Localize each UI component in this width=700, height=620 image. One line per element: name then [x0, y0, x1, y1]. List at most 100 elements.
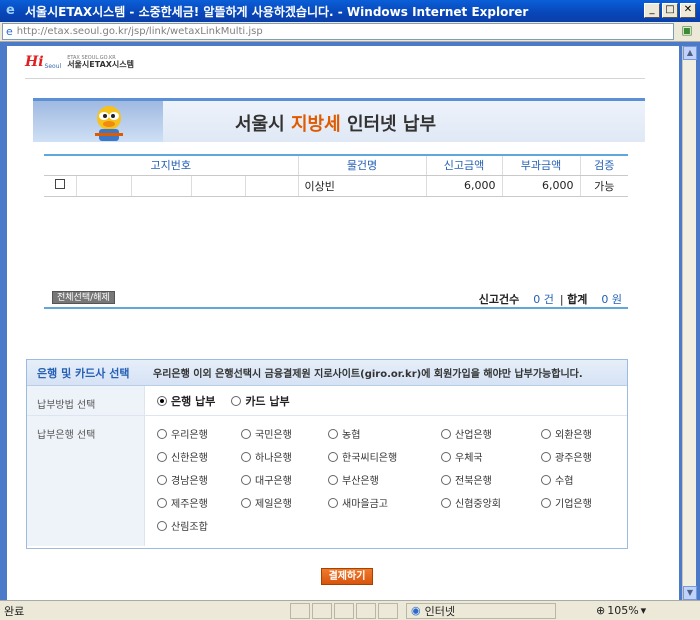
bank-option-label: 전북은행	[455, 476, 492, 487]
zoom-control[interactable]: ⊕ 105% ▾	[596, 604, 646, 617]
bank-choice-row: 납부은행 선택 우리은행 국민은행 농협 산업은행 외환은행 신한은행 하나은행 한국씨티은행…	[27, 416, 627, 546]
bank-option[interactable]: 산림조합	[157, 518, 208, 533]
select-all-button[interactable]: 전체선택/해제	[52, 291, 115, 304]
bank-radio[interactable]	[541, 428, 551, 439]
bank-option[interactable]: 광주은행	[541, 449, 592, 464]
bank-radio[interactable]	[241, 497, 251, 508]
bank-option[interactable]: 국민은행	[241, 426, 292, 441]
bank-option[interactable]: 부산은행	[328, 472, 379, 487]
bank-option[interactable]: 대구은행	[241, 472, 292, 487]
bank-option[interactable]: 경남은행	[157, 472, 208, 487]
logo-seoul: Seoul	[44, 62, 62, 70]
bank-selection-panel: 은행 및 카드사 선택 우리은행 이외 은행선택시 금융결제원 지로사이트(gi…	[26, 359, 628, 549]
bank-radio[interactable]	[328, 497, 338, 508]
bank-radio[interactable]	[541, 497, 551, 508]
status-cell	[356, 602, 376, 619]
method-bank-radio[interactable]	[157, 395, 167, 406]
bank-radio[interactable]	[241, 451, 251, 462]
bank-option-label: 대구은행	[255, 476, 292, 487]
page-title: 서울시 지방세 인터넷 납부	[235, 110, 436, 136]
scroll-up-arrow[interactable]: ▲	[683, 46, 697, 60]
bank-radio[interactable]	[441, 497, 451, 508]
status-text: 완료	[4, 604, 25, 618]
status-cell	[378, 602, 398, 619]
bank-radio[interactable]	[541, 451, 551, 462]
bank-radio[interactable]	[328, 428, 338, 439]
window-title: 서울시ETAX시스템 - 소중한세금! 알뜰하게 사용하겠습니다. - Wind…	[25, 4, 529, 19]
count-label: 신고건수	[478, 293, 520, 306]
bank-option-label: 신협중앙회	[455, 499, 501, 510]
status-cell	[290, 602, 310, 619]
bank-option[interactable]: 제주은행	[157, 495, 208, 510]
bank-option-label: 경남은행	[171, 476, 208, 487]
close-button[interactable]: ✕	[680, 3, 696, 18]
bank-option[interactable]: 신협중앙회	[441, 495, 501, 510]
page-icon: e	[6, 25, 13, 38]
title-highlight: 지방세	[290, 114, 341, 135]
header-divider	[25, 78, 645, 79]
vertical-scrollbar[interactable]: ▲ ▼	[682, 46, 697, 600]
bank-radio[interactable]	[328, 451, 338, 462]
logo-hi: Hi	[25, 54, 44, 70]
url-field[interactable]: e http://etax.seoul.go.kr/jsp/link/wetax…	[2, 23, 674, 40]
ie-icon: e	[6, 3, 15, 18]
bank-option[interactable]: 새마을금고	[328, 495, 388, 510]
bank-radio[interactable]	[441, 474, 451, 485]
notice-number-cell	[244, 175, 298, 197]
security-zone[interactable]: ◉ 인터넷	[406, 602, 556, 619]
bank-option[interactable]: 전북은행	[441, 472, 492, 487]
bank-radio[interactable]	[441, 428, 451, 439]
verification-cell: 가능	[579, 175, 628, 197]
bank-radio[interactable]	[157, 474, 167, 485]
payment-method-label: 납부방법 선택	[27, 386, 145, 415]
summary-separator: |	[559, 293, 564, 306]
bank-option[interactable]: 외환은행	[541, 426, 592, 441]
bank-panel-note: 우리은행 이외 은행선택시 금융결제원 지로사이트(giro.or.kr)에 회…	[153, 369, 583, 380]
notice-number-cell	[130, 175, 191, 197]
bank-radio[interactable]	[441, 451, 451, 462]
bank-option-label: 광주은행	[555, 453, 592, 464]
bank-option[interactable]: 제일은행	[241, 495, 292, 510]
bank-radio[interactable]	[157, 497, 167, 508]
bank-option[interactable]: 농협	[328, 426, 360, 441]
summary-bar: 전체선택/해제 신고건수 0 건 | 합계 0 원	[44, 289, 628, 309]
bank-option-label: 하나은행	[255, 453, 292, 464]
bank-radio[interactable]	[157, 451, 167, 462]
page-content: Hi Seoul ETAX SEOUL.GO.KR 서울시ETAX시스템 서울시…	[7, 46, 679, 600]
bank-radio[interactable]	[241, 474, 251, 485]
bank-option-label: 기업은행	[555, 499, 592, 510]
pay-button[interactable]: 결제하기	[321, 568, 373, 585]
site-logo: Hi Seoul ETAX SEOUL.GO.KR 서울시ETAX시스템	[25, 54, 134, 70]
bank-radio[interactable]	[157, 520, 167, 531]
bank-option[interactable]: 기업은행	[541, 495, 592, 510]
bank-radio[interactable]	[541, 474, 551, 485]
method-card-label: 카드 납부	[245, 394, 290, 408]
method-card-option[interactable]: 카드 납부	[231, 393, 290, 409]
bank-option[interactable]: 우리은행	[157, 426, 208, 441]
bank-option[interactable]: 우체국	[441, 449, 483, 464]
bank-option[interactable]: 한국씨티은행	[328, 449, 397, 464]
bank-option[interactable]: 하나은행	[241, 449, 292, 464]
col-item-name: 물건명	[297, 155, 426, 176]
minimize-button[interactable]: _	[644, 3, 660, 18]
bank-option-label: 제주은행	[171, 499, 208, 510]
bank-option[interactable]: 수협	[541, 472, 573, 487]
bank-option[interactable]: 산업은행	[441, 426, 492, 441]
notice-number-cell	[75, 175, 131, 197]
scroll-down-arrow[interactable]: ▼	[683, 586, 697, 600]
page-banner: 서울시 지방세 인터넷 납부	[33, 98, 645, 142]
bank-option-label: 국민은행	[255, 430, 292, 441]
method-card-radio[interactable]	[231, 395, 242, 406]
compatibility-icon[interactable]: ▣	[678, 23, 696, 41]
method-bank-option[interactable]: 은행 납부	[157, 393, 215, 409]
row-checkbox[interactable]	[54, 179, 65, 189]
bank-radio[interactable]	[157, 428, 167, 439]
table-row: 이상빈 6,000 6,000 가능	[44, 175, 628, 197]
bank-radio[interactable]	[328, 474, 338, 485]
duck-mascot-icon	[95, 106, 123, 141]
chevron-down-icon: ▾	[640, 604, 647, 617]
method-bank-label: 은행 납부	[171, 394, 216, 408]
bank-option[interactable]: 신한은행	[157, 449, 208, 464]
maximize-button[interactable]: □	[662, 3, 678, 18]
bank-radio[interactable]	[241, 428, 251, 439]
